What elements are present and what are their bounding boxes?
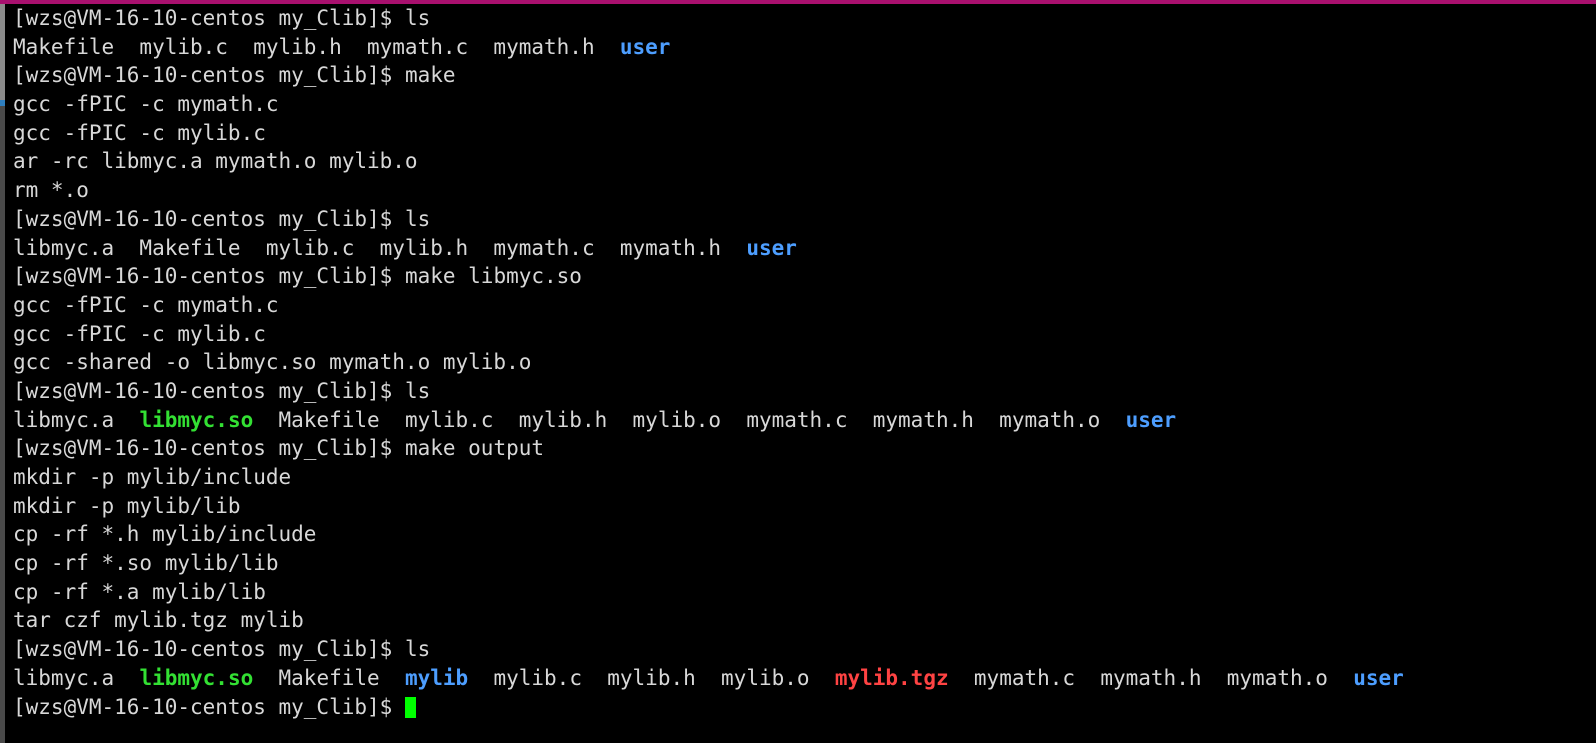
- ls-entry-file: cp -rf *.so mylib/lib: [13, 551, 279, 576]
- ls-entry-directory: mylib: [404, 665, 469, 690]
- ls-entry-file: cp -rf *.h mylib/include: [13, 522, 317, 547]
- terminal-line-active-prompt: [wzs@VM-16-10-centos my_Clib]$: [5, 693, 1596, 722]
- ls-entry-file: libmyc.a Makefile mylib.c mylib.h mymath…: [13, 235, 747, 260]
- shell-command: make libmyc.so: [404, 264, 582, 289]
- terminal-line-output: tar czf mylib.tgz mylib: [5, 606, 1596, 635]
- terminal-line-prompt: [wzs@VM-16-10-centos my_Clib]$ ls: [5, 4, 1596, 33]
- terminal-line-output: mkdir -p mylib/lib: [5, 492, 1596, 521]
- terminal-line-output: gcc -fPIC -c mymath.c: [5, 90, 1596, 119]
- terminal-line-prompt: [wzs@VM-16-10-centos my_Clib]$ ls: [5, 635, 1596, 664]
- ls-entry-file: gcc -shared -o libmyc.so mymath.o mylib.…: [13, 350, 532, 375]
- shell-prompt: [wzs@VM-16-10-centos my_Clib]$: [13, 206, 405, 231]
- shell-command: ls: [404, 378, 431, 403]
- terminal-line-output: gcc -fPIC -c mymath.c: [5, 291, 1596, 320]
- ls-entry-file: Makefile mylib.c mylib.h mymath.c mymath…: [13, 34, 620, 59]
- ls-entry-directory: user: [619, 34, 671, 59]
- ls-entry-file: gcc -fPIC -c mylib.c: [13, 321, 266, 346]
- terminal-line-output: cp -rf *.a mylib/lib: [5, 578, 1596, 607]
- ls-entry-file: Makefile: [253, 665, 405, 690]
- terminal-line-output: libmyc.a Makefile mylib.c mylib.h mymath…: [5, 234, 1596, 263]
- terminal-line-prompt: [wzs@VM-16-10-centos my_Clib]$ ls: [5, 205, 1596, 234]
- ls-entry-file: rm *.o: [13, 178, 89, 203]
- terminal-line-output: rm *.o: [5, 176, 1596, 205]
- ls-entry-archive: mylib.tgz: [834, 665, 949, 690]
- shell-prompt: [wzs@VM-16-10-centos my_Clib]$: [13, 63, 405, 88]
- ls-entry-file: gcc -fPIC -c mylib.c: [13, 120, 266, 145]
- terminal-line-prompt: [wzs@VM-16-10-centos my_Clib]$ make libm…: [5, 262, 1596, 291]
- shell-command: make: [404, 63, 456, 88]
- terminal-window[interactable]: [wzs@VM-16-10-centos my_Clib]$ ls Makefil…: [0, 0, 1596, 743]
- text-cursor: [404, 696, 416, 718]
- terminal-line-prompt: [wzs@VM-16-10-centos my_Clib]$ make: [5, 61, 1596, 90]
- terminal-line-prompt: [wzs@VM-16-10-centos my_Clib]$ ls: [5, 377, 1596, 406]
- shell-prompt: [wzs@VM-16-10-centos my_Clib]$: [13, 378, 405, 403]
- shell-command: ls: [404, 6, 431, 30]
- terminal-line-output: Makefile mylib.c mylib.h mymath.c mymath…: [5, 33, 1596, 62]
- shell-command: make output: [404, 436, 545, 461]
- terminal-line-output: gcc -fPIC -c mylib.c: [5, 320, 1596, 349]
- terminal-screen[interactable]: [wzs@VM-16-10-centos my_Clib]$ ls Makefil…: [5, 4, 1596, 743]
- terminal-line-output: libmyc.a libmyc.so Makefile mylib mylib.…: [5, 664, 1596, 693]
- terminal-line-output: cp -rf *.h mylib/include: [5, 520, 1596, 549]
- ls-entry-file: mymath.c mymath.h mymath.o: [948, 665, 1354, 690]
- terminal-line-output: gcc -shared -o libmyc.so mymath.o mylib.…: [5, 348, 1596, 377]
- terminal-line-output: libmyc.a libmyc.so Makefile mylib.c myli…: [5, 406, 1596, 435]
- shell-prompt: [wzs@VM-16-10-centos my_Clib]$: [13, 264, 405, 289]
- ls-entry-file: mkdir -p mylib/lib: [13, 493, 241, 518]
- terminal-line-prompt: [wzs@VM-16-10-centos my_Clib]$ make outp…: [5, 434, 1596, 463]
- ls-entry-file: libmyc.a: [13, 407, 140, 432]
- terminal-line-output: gcc -fPIC -c mylib.c: [5, 119, 1596, 148]
- ls-entry-file: gcc -fPIC -c mymath.c: [13, 92, 279, 117]
- ls-entry-file: libmyc.a: [13, 665, 140, 690]
- ls-entry-file: tar czf mylib.tgz mylib: [13, 608, 304, 633]
- shell-command: ls: [404, 637, 431, 662]
- ls-entry-directory: user: [746, 235, 797, 260]
- shell-prompt: [wzs@VM-16-10-centos my_Clib]$: [13, 6, 405, 30]
- ls-entry-directory: user: [1125, 407, 1177, 432]
- ls-entry-shared-object: libmyc.so: [139, 407, 254, 432]
- ls-entry-file: cp -rf *.a mylib/lib: [13, 579, 266, 604]
- ls-entry-file: ar -rc libmyc.a mymath.o mylib.o: [13, 149, 418, 174]
- terminal-line-output: ar -rc libmyc.a mymath.o mylib.o: [5, 147, 1596, 176]
- shell-prompt: [wzs@VM-16-10-centos my_Clib]$: [13, 436, 405, 461]
- ls-entry-shared-object: libmyc.so: [139, 665, 254, 690]
- ls-entry-directory: user: [1353, 665, 1404, 690]
- terminal-line-output: cp -rf *.so mylib/lib: [5, 549, 1596, 578]
- ls-entry-file: gcc -fPIC -c mymath.c: [13, 292, 279, 317]
- terminal-line-output: mkdir -p mylib/include: [5, 463, 1596, 492]
- shell-prompt: [wzs@VM-16-10-centos my_Clib]$: [13, 637, 405, 662]
- shell-command: ls: [404, 206, 431, 231]
- shell-prompt: [wzs@VM-16-10-centos my_Clib]$: [13, 694, 405, 719]
- ls-entry-file: mkdir -p mylib/include: [13, 465, 292, 489]
- ls-entry-file: mylib.c mylib.h mylib.o: [468, 665, 835, 690]
- ls-entry-file: Makefile mylib.c mylib.h mylib.o mymath.…: [253, 407, 1126, 432]
